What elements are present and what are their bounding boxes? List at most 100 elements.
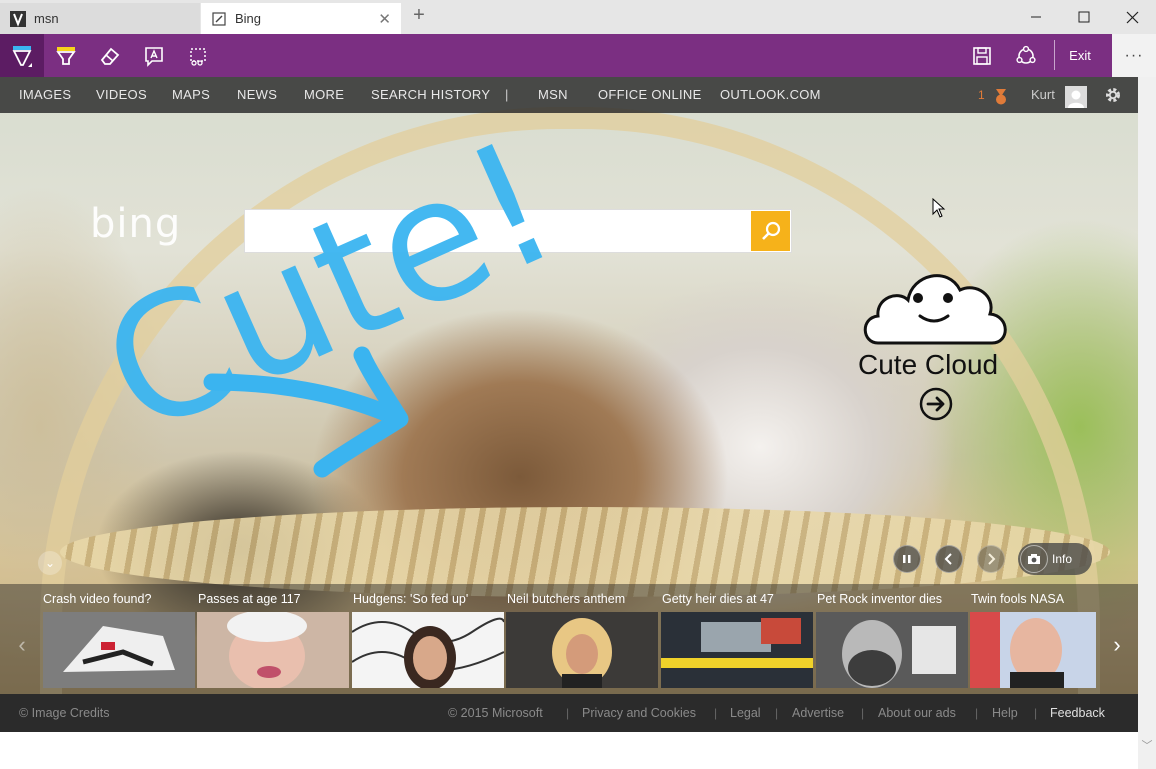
next-image-button[interactable] (977, 545, 1005, 573)
camera-icon (1020, 545, 1048, 573)
news-title[interactable]: Neil butchers anthem (507, 592, 625, 606)
chevron-left-icon (944, 553, 952, 565)
news-thumbnail-image[interactable] (352, 612, 504, 688)
footer-separator: | (1034, 706, 1038, 720)
highlighter-tool-button[interactable] (44, 34, 88, 77)
toolbar-divider (1054, 40, 1055, 70)
news-title[interactable]: Crash video found? (43, 592, 151, 606)
avatar[interactable] (1065, 86, 1087, 108)
nav-office-online[interactable]: OFFICE ONLINE (598, 77, 702, 113)
privacy-link[interactable]: Privacy and Cookies (582, 694, 696, 732)
footer-separator: | (775, 706, 779, 720)
chevron-right-icon (988, 553, 996, 565)
tab-bing[interactable]: Bing ✕ (201, 3, 401, 34)
rewards-medal-icon[interactable] (994, 89, 1008, 105)
share-icon (1016, 45, 1036, 64)
mouse-cursor-icon (932, 198, 946, 218)
news-thumbnail-image[interactable] (661, 612, 813, 688)
news-thumbnail-image[interactable] (43, 612, 195, 688)
search-icon (761, 221, 780, 240)
close-window-icon[interactable] (1108, 0, 1156, 34)
news-title[interactable]: Getty heir dies at 47 (662, 592, 774, 606)
page-edit-icon (211, 11, 227, 27)
pen-tool-button[interactable] (0, 34, 44, 77)
gear-icon[interactable] (1103, 85, 1123, 105)
scroll-down-icon[interactable]: ﹀ (1140, 737, 1154, 753)
highlighter-icon (56, 46, 76, 65)
advertise-link[interactable]: Advertise (792, 694, 844, 732)
news-carousel: ‹ Crash video found? Passes at age 117 H… (0, 584, 1138, 694)
tab-label: msn (34, 11, 59, 26)
previous-image-button[interactable] (935, 545, 963, 573)
footer-separator: | (975, 706, 979, 720)
tab-bar: msn Bing ✕ + (0, 0, 1156, 34)
web-note-toolbar: Exit (0, 34, 1112, 77)
cloud-mascot-icon[interactable] (860, 260, 1010, 345)
nav-videos[interactable]: VIDEOS (96, 77, 147, 113)
footer-separator: | (861, 706, 865, 720)
pen-icon (12, 45, 32, 67)
news-title[interactable]: Twin fools NASA (971, 592, 1064, 606)
web-page: IMAGES VIDEOS MAPS NEWS MORE SEARCH HIST… (0, 77, 1156, 769)
eraser-icon (100, 47, 120, 65)
legal-link[interactable]: Legal (730, 694, 761, 732)
arrow-right-circle-icon[interactable] (919, 387, 953, 421)
chevron-down-icon[interactable]: ⌄ (38, 551, 62, 575)
help-link[interactable]: Help (992, 694, 1018, 732)
bing-logo-text: bing (90, 201, 182, 247)
news-thumbnail-image[interactable] (970, 612, 1096, 688)
pause-icon (903, 555, 911, 563)
carousel-prev-icon[interactable]: ‹ (12, 632, 32, 658)
user-avatar-icon (1068, 90, 1084, 108)
about-ads-link[interactable]: About our ads (878, 694, 956, 732)
eraser-tool-button[interactable] (88, 34, 132, 77)
footer-separator: | (714, 706, 718, 720)
search-input[interactable] (244, 209, 792, 253)
nav-search-history[interactable]: SEARCH HISTORY (371, 77, 490, 113)
carousel-next-icon[interactable]: › (1107, 632, 1127, 658)
more-options-button[interactable]: ··· (1112, 34, 1156, 77)
user-name[interactable]: Kurt (1031, 77, 1055, 113)
image-info-button[interactable]: Info (1018, 543, 1092, 575)
news-thumbnail-image[interactable] (506, 612, 658, 688)
footer-separator: | (566, 706, 570, 720)
maximize-icon[interactable] (1060, 0, 1108, 34)
rewards-count[interactable]: 1 (978, 77, 985, 113)
image-credits-link[interactable]: © Image Credits (19, 694, 110, 732)
typed-note-button[interactable] (132, 34, 176, 77)
bing-footer: © Image Credits © 2015 Microsoft | Priva… (0, 694, 1138, 732)
msn-favicon-icon (10, 10, 26, 27)
bing-top-nav: IMAGES VIDEOS MAPS NEWS MORE SEARCH HIST… (0, 77, 1138, 113)
clip-tool-button[interactable] (176, 34, 220, 77)
close-tab-icon[interactable]: ✕ (378, 10, 391, 28)
news-title[interactable]: Pet Rock inventor dies (817, 592, 942, 606)
tab-msn[interactable]: msn (0, 3, 200, 34)
nav-maps[interactable]: MAPS (172, 77, 210, 113)
browser-window: msn Bing ✕ + Exit ··· IMAGES VIDEOS MAPS… (0, 0, 1156, 769)
promo-title[interactable]: Cute Cloud (858, 349, 998, 381)
clip-icon (190, 47, 206, 66)
feedback-link[interactable]: Feedback (1050, 694, 1105, 732)
nav-msn[interactable]: MSN (538, 77, 568, 113)
news-thumbnail-image[interactable] (816, 612, 968, 688)
nav-outlook[interactable]: OUTLOOK.COM (720, 77, 821, 113)
tab-label: Bing (235, 11, 262, 26)
share-note-button[interactable] (1004, 34, 1048, 77)
news-thumbnail-image[interactable] (197, 612, 349, 688)
search-button[interactable] (751, 211, 790, 251)
news-title[interactable]: Passes at age 117 (198, 592, 301, 606)
nav-images[interactable]: IMAGES (19, 77, 71, 113)
scrollbar[interactable] (1138, 77, 1156, 769)
minimize-icon[interactable] (1012, 0, 1060, 34)
new-tab-icon[interactable]: + (408, 4, 430, 27)
news-title[interactable]: Hudgens: 'So fed up' (353, 592, 468, 606)
add-note-icon (145, 46, 163, 67)
save-note-button[interactable] (960, 34, 1004, 77)
page-blank-area (0, 732, 1138, 769)
nav-more[interactable]: MORE (304, 77, 344, 113)
info-label: Info (1052, 552, 1073, 566)
pause-button[interactable] (893, 545, 921, 573)
nav-news[interactable]: NEWS (237, 77, 277, 113)
exit-button[interactable]: Exit (1058, 34, 1102, 77)
bing-logo: bing (90, 201, 181, 247)
